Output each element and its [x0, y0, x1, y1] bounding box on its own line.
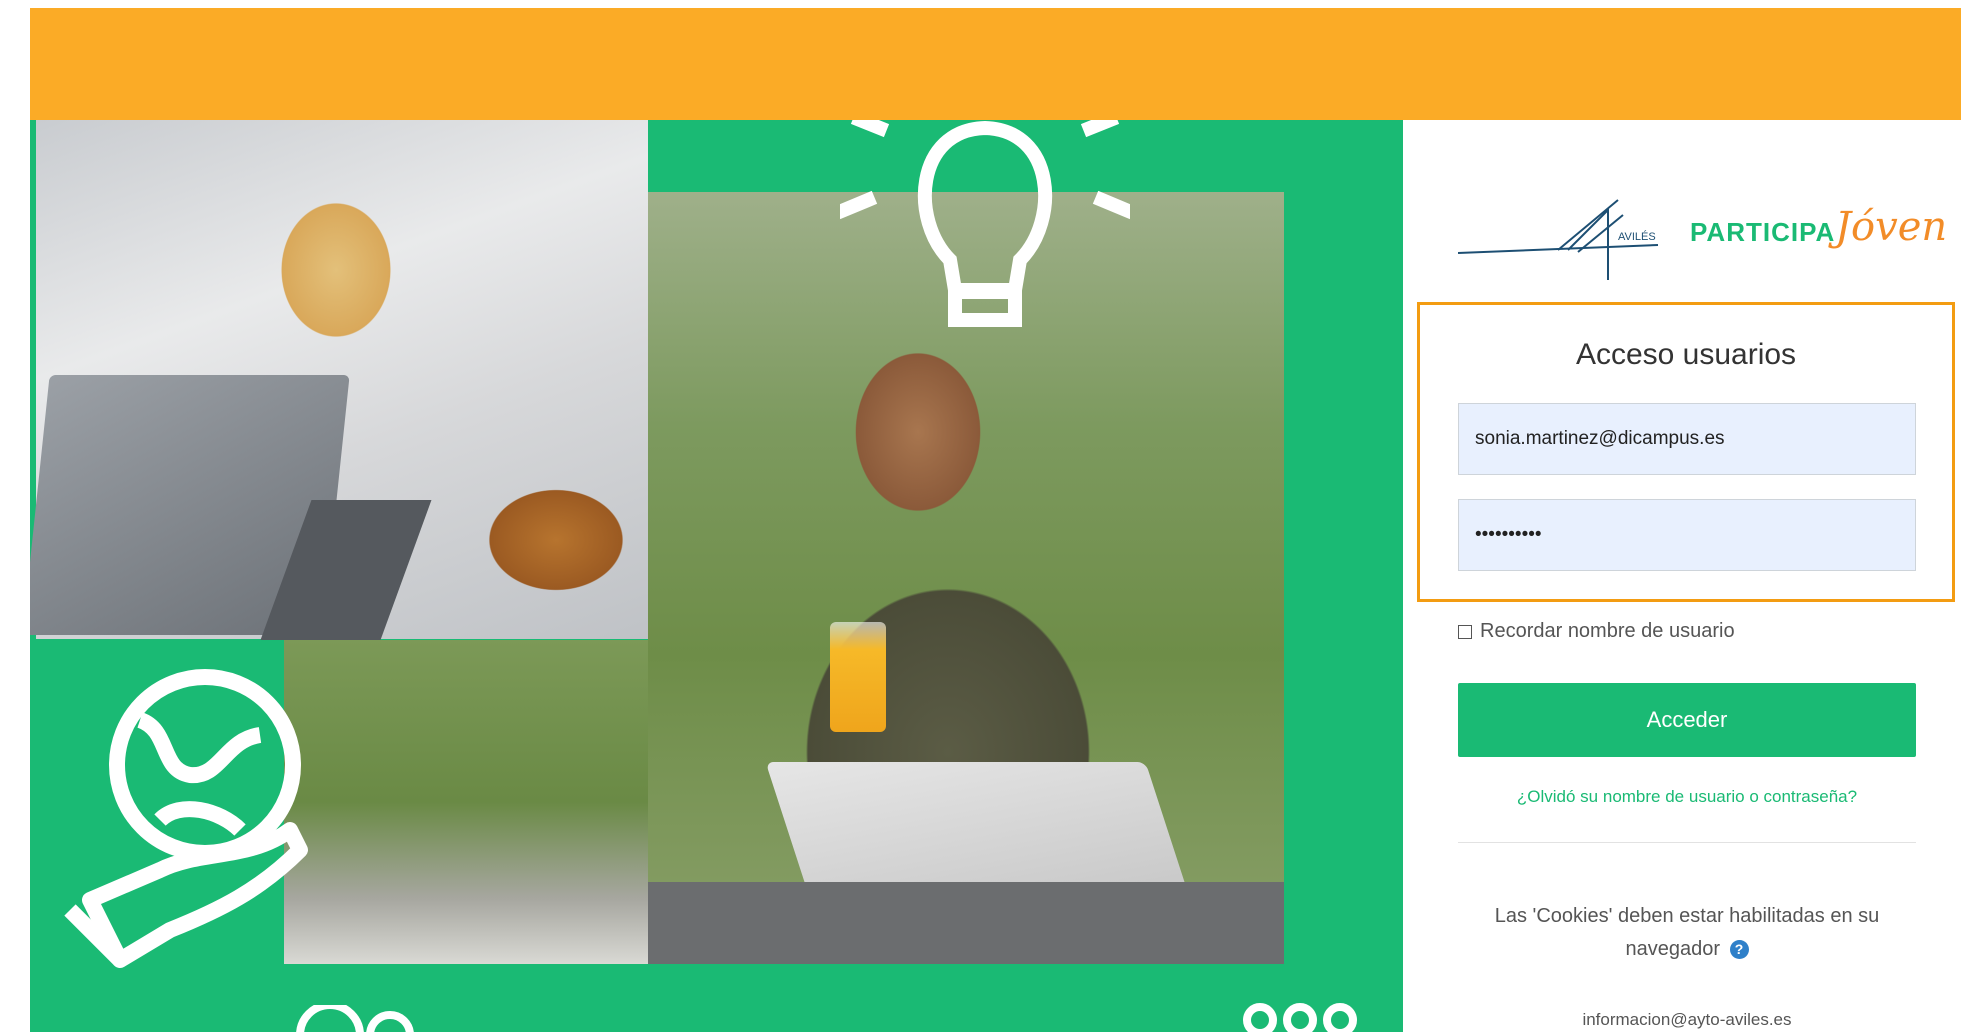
- decorative-arc-icon: [296, 1005, 414, 1032]
- photo-table: [648, 882, 1284, 964]
- login-panel: AVILÉS PARTICIPA Jóven Acceso usuarios s…: [1403, 120, 1961, 1032]
- divider: [1458, 842, 1916, 843]
- username-input[interactable]: sonia.martinez@dicampus.es: [1458, 403, 1916, 475]
- login-form-highlight: Acceso usuarios sonia.martinez@dicampus.…: [1417, 302, 1955, 602]
- help-icon[interactable]: ?: [1729, 940, 1749, 960]
- aviles-logo-icon: AVILÉS: [1458, 199, 1659, 280]
- login-title: Acceso usuarios: [1575, 338, 1797, 371]
- photo-girl-with-dog: [30, 120, 648, 640]
- checkbox-icon[interactable]: [1458, 624, 1472, 639]
- svg-text:AVILÉS: AVILÉS: [1618, 230, 1656, 243]
- aviles-participa-joven-logo: AVILÉS PARTICIPA Jóven: [1458, 190, 1947, 290]
- brand-participa: PARTICIPA: [1690, 217, 1836, 247]
- globe-in-hand-icon: [64, 669, 308, 968]
- decorative-circles-icon: [1243, 1003, 1357, 1032]
- brand-joven: Jóven: [1835, 204, 1948, 250]
- top-header-bar: [30, 8, 1961, 120]
- photo-drink: [830, 622, 886, 732]
- lightbulb-icon: [840, 120, 1130, 327]
- password-input[interactable]: ••••••••••: [1458, 499, 1916, 571]
- contact-email[interactable]: informacion@ayto-aviles.es: [1458, 1010, 1916, 1030]
- remember-username[interactable]: Recordar nombre de usuario: [1458, 620, 1735, 643]
- forgot-password-link[interactable]: ¿Olvidó su nombre de usuario o contraseñ…: [1458, 787, 1916, 807]
- remember-label: Recordar nombre de usuario: [1480, 620, 1735, 642]
- cookies-line2: navegador: [1625, 938, 1720, 960]
- cookies-notice: Las 'Cookies' deben estar habilitadas en…: [1458, 900, 1916, 966]
- cookies-line1: Las 'Cookies' deben estar habilitadas en…: [1494, 905, 1880, 927]
- hero-banner: [30, 120, 1403, 1032]
- login-button[interactable]: Acceder: [1458, 683, 1916, 757]
